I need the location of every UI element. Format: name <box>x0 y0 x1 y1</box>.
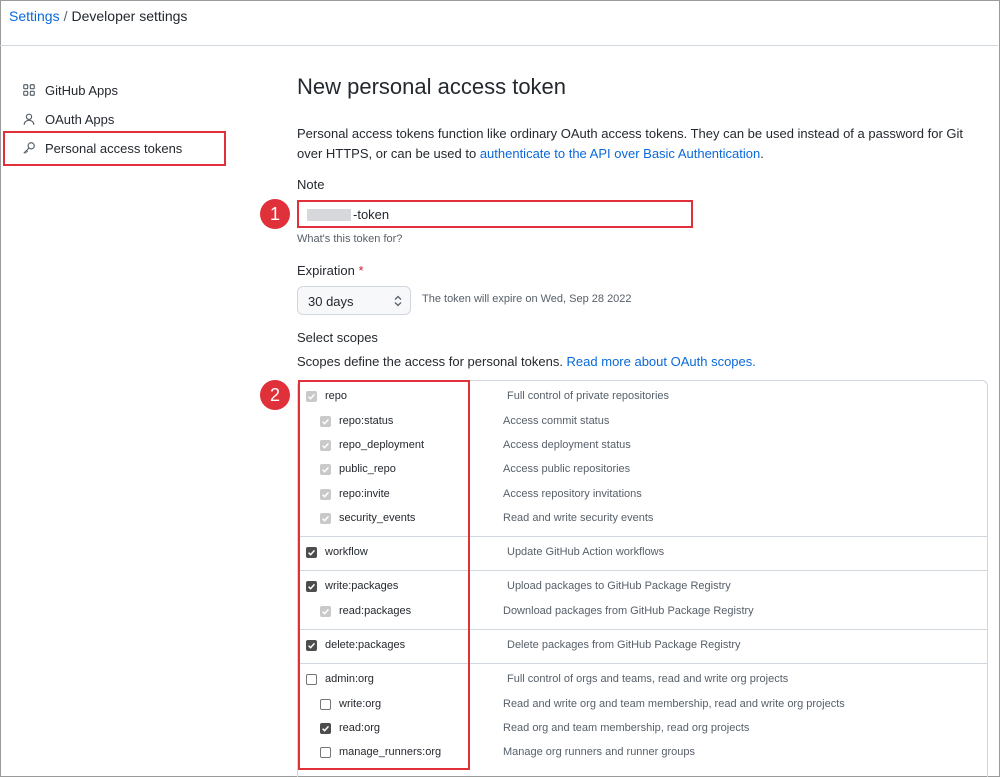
scope-description: Full control of private repositories <box>507 390 670 402</box>
select-arrows-icon <box>394 295 402 307</box>
oauth-scopes-link[interactable]: Read more about OAuth scopes. <box>567 354 756 369</box>
scopes-highlight-box <box>298 380 470 770</box>
sidebar-item-github-apps[interactable]: GitHub Apps <box>22 80 118 100</box>
scope-description: Access repository invitations <box>503 488 642 500</box>
expiration-label-text: Expiration <box>297 263 355 278</box>
scope-description: Access public repositories <box>503 463 631 475</box>
scope-description: Read and write security events <box>503 512 654 524</box>
scope-description: Update GitHub Action workflows <box>507 546 665 558</box>
top-bar: Settings / Developer settings <box>0 0 998 46</box>
scope-description: Read org and team membership, read org p… <box>503 722 750 734</box>
note-input-value: -token <box>353 207 390 222</box>
sidebar-item-label: GitHub Apps <box>45 82 118 98</box>
sidebar-highlight-box <box>3 131 226 166</box>
note-hint: What's this token for? <box>297 233 403 245</box>
breadcrumb-settings-link[interactable]: Settings <box>9 8 60 24</box>
person-icon <box>23 113 35 125</box>
expiration-info: The token will expire on Wed, Sep 28 202… <box>422 293 632 305</box>
scopes-description-text: Scopes define the access for personal to… <box>297 354 567 369</box>
page-title: New personal access token <box>297 74 567 99</box>
page-description: Personal access tokens function like ord… <box>297 124 977 164</box>
scope-description: Access deployment status <box>503 439 631 451</box>
apps-grid-icon <box>23 84 35 96</box>
scopes-description: Scopes define the access for personal to… <box>297 354 756 369</box>
step-1-marker: 1 <box>260 199 290 229</box>
required-mark: * <box>358 263 364 278</box>
sidebar-item-oauth-apps[interactable]: OAuth Apps <box>22 109 114 129</box>
expiration-label: Expiration * <box>297 263 364 278</box>
description-end: . <box>760 146 764 161</box>
note-input[interactable]: -token <box>297 200 693 228</box>
scope-description: Read and write org and team membership, … <box>503 698 845 710</box>
scope-description: Full control of orgs and teams, read and… <box>507 673 789 685</box>
scope-description: Manage org runners and runner groups <box>503 746 696 758</box>
expiration-select[interactable]: 30 days <box>297 286 411 315</box>
breadcrumb-separator: / <box>63 8 68 24</box>
scope-description: Download packages from GitHub Package Re… <box>503 605 754 617</box>
redacted-text <box>307 209 351 221</box>
breadcrumb-current: Developer settings <box>71 8 188 24</box>
step-2-marker: 2 <box>260 380 290 410</box>
scope-description: Delete packages from GitHub Package Regi… <box>507 639 741 651</box>
note-label: Note <box>297 177 325 192</box>
breadcrumb: Settings / Developer settings <box>9 8 187 24</box>
basic-auth-link[interactable]: authenticate to the API over Basic Authe… <box>480 146 760 161</box>
sidebar-item-label: OAuth Apps <box>45 111 115 127</box>
scopes-label: Select scopes <box>297 330 378 345</box>
scope-description: Upload packages to GitHub Package Regist… <box>507 580 731 592</box>
expiration-select-value: 30 days <box>308 294 354 309</box>
scope-description: Access commit status <box>503 415 610 427</box>
